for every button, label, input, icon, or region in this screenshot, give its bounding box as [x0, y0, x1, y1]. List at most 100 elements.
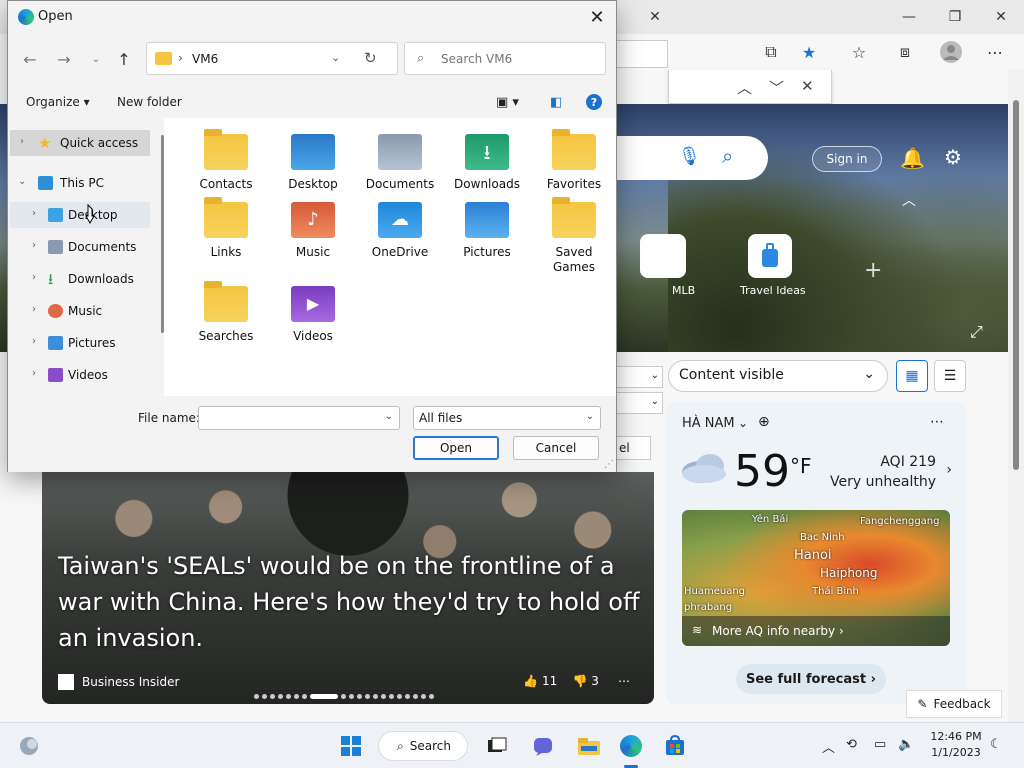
recent-locations-chevron-icon[interactable]: ⌄ [84, 47, 108, 71]
nav-item-documents[interactable]: › Documents [10, 234, 150, 260]
expand-icon[interactable]: ⤢ [970, 322, 983, 342]
chevron-right-icon[interactable]: › [32, 336, 36, 347]
network-sync-icon[interactable]: ⟲ [846, 737, 857, 752]
news-more-icon[interactable]: ⋯ [618, 674, 630, 688]
weather-more-icon[interactable]: ⋯ [930, 414, 944, 430]
behind-cancel-button[interactable]: el [617, 436, 651, 460]
like-icon[interactable]: 👍 [523, 674, 538, 688]
task-view-icon[interactable] [484, 733, 510, 759]
taskbar-search-button[interactable]: ⌕ Search [378, 731, 468, 761]
file-name-combobox[interactable]: ⌄ [198, 406, 400, 430]
settings-gear-icon[interactable]: ⚙ [944, 145, 962, 169]
search-box[interactable]: ⌕ [404, 42, 606, 75]
sign-in-button[interactable]: Sign in [812, 146, 882, 172]
notification-center-icon[interactable]: ☾ [990, 737, 1002, 752]
tile-travel-ideas[interactable] [748, 234, 792, 278]
scrollbar-thumb[interactable] [1013, 100, 1019, 470]
folder-item-contacts[interactable]: Contacts [184, 129, 268, 192]
restore-button[interactable]: ❐ [932, 4, 978, 30]
store-icon[interactable] [662, 733, 688, 759]
behind-select-1[interactable]: ⌄ [617, 366, 663, 388]
nav-item-videos[interactable]: › Videos [10, 362, 150, 388]
new-folder-button[interactable]: New folder [117, 95, 182, 109]
list-view-button[interactable]: ☰ [934, 360, 966, 392]
address-bar[interactable]: › VM6 ⌄ ↻ [146, 42, 398, 75]
folder-item-downloads[interactable]: ⭳ Downloads [445, 134, 529, 192]
find-next-icon[interactable]: ﹀ [769, 77, 784, 98]
nav-item-desktop[interactable]: › Desktop [10, 202, 150, 228]
chevron-right-icon[interactable]: › [32, 304, 36, 315]
nav-item-quick-access[interactable]: › ★ Quick access [10, 130, 150, 156]
up-arrow-icon[interactable]: ↑ [112, 47, 136, 71]
microphone-icon[interactable]: 🎙 [678, 146, 701, 167]
weather-location[interactable]: HÀ NAM [682, 416, 735, 431]
widgets-icon[interactable] [16, 733, 42, 759]
dislike-icon[interactable]: 👎 [573, 674, 588, 688]
file-name-dropdown-icon[interactable]: ⌄ [385, 411, 393, 422]
nav-item-downloads[interactable]: › ⭳ Downloads [10, 266, 150, 292]
dialog-close-button[interactable]: ✕ [584, 4, 610, 30]
news-card[interactable]: Taiwan's 'SEALs' would be on the frontli… [42, 472, 654, 704]
chevron-right-icon[interactable]: › [32, 272, 36, 283]
behind-select-2[interactable]: ⌄ [617, 392, 663, 414]
folder-item-onedrive[interactable]: ☁ OneDrive [358, 202, 442, 260]
minimize-button[interactable]: — [886, 4, 932, 30]
open-button[interactable]: Open [413, 436, 499, 460]
show-hidden-icons-chevron-icon[interactable]: ︿ [822, 737, 835, 756]
more-aq-link[interactable]: ≋ More AQ info nearby › [682, 616, 950, 646]
folder-item-searches[interactable]: Searches [184, 281, 268, 344]
collapse-chevron-icon[interactable]: ︿ [902, 190, 916, 210]
favorites-icon[interactable]: ☆ [846, 40, 872, 64]
folder-item-pictures[interactable]: Pictures [445, 202, 529, 260]
nav-item-music[interactable]: › Music [10, 298, 150, 324]
nav-item-pictures[interactable]: › Pictures [10, 330, 150, 356]
refresh-icon[interactable]: ↻ [364, 49, 377, 67]
carousel-dots[interactable] [254, 694, 434, 699]
preview-pane-icon[interactable]: ◧ [550, 95, 562, 110]
notifications-bell-icon[interactable]: 🔔 [900, 146, 925, 170]
chevron-down-icon[interactable]: ⌄ [18, 176, 26, 187]
organize-button[interactable]: Organize ▾ [26, 95, 90, 109]
location-chevron-icon[interactable]: ⌄ [738, 416, 748, 430]
folder-item-music[interactable]: ♪ Music [271, 202, 355, 260]
tab-close-icon[interactable]: ✕ [632, 4, 678, 30]
folder-item-favorites[interactable]: Favorites [532, 129, 616, 192]
resize-grip-icon[interactable]: ⋰ [604, 459, 614, 470]
find-previous-icon[interactable]: ︿ [737, 77, 752, 98]
chevron-right-icon[interactable]: › [32, 368, 36, 379]
aqi-info[interactable]: AQI 219 Very unhealthy [830, 452, 936, 492]
see-full-forecast-button[interactable]: See full forecast › [736, 664, 886, 694]
folder-item-saved-games[interactable]: Saved Games [532, 197, 616, 275]
help-icon[interactable]: ? [586, 94, 602, 110]
search-input[interactable] [441, 49, 591, 69]
edge-taskbar-icon[interactable] [618, 733, 644, 759]
volume-icon[interactable]: 🔈 [898, 737, 914, 752]
address-bar-edge[interactable] [616, 40, 668, 68]
location-pin-icon[interactable]: ⊕ [758, 414, 770, 430]
nav-item-this-pc[interactable]: ⌄ This PC [10, 170, 150, 196]
tile-mlb[interactable] [640, 234, 686, 278]
feedback-button[interactable]: ✎ Feedback [906, 690, 1002, 718]
aqi-chevron-icon[interactable]: › [946, 462, 952, 478]
folder-item-desktop[interactable]: Desktop [271, 134, 355, 192]
page-scrollbar[interactable] [1008, 70, 1024, 722]
app-available-icon[interactable]: ⧉ [758, 40, 784, 64]
find-close-icon[interactable]: ✕ [801, 77, 814, 95]
forward-arrow-icon[interactable]: → [52, 47, 76, 71]
grid-view-button[interactable]: ▦ [896, 360, 928, 392]
start-button[interactable] [338, 733, 364, 759]
news-title[interactable]: Taiwan's 'SEALs' would be on the frontli… [58, 548, 648, 656]
content-visible-dropdown[interactable]: Content visible ⌄ [668, 360, 888, 392]
chevron-right-icon[interactable]: › [32, 208, 36, 219]
address-path[interactable]: VM6 [192, 52, 218, 66]
chat-icon[interactable] [530, 733, 556, 759]
chevron-right-icon[interactable]: › [32, 240, 36, 251]
file-explorer-icon[interactable] [576, 733, 602, 759]
folder-item-videos[interactable]: ▶ Videos [271, 286, 355, 344]
folder-item-documents[interactable]: Documents [358, 134, 442, 192]
close-window-button[interactable]: ✕ [978, 4, 1024, 30]
chevron-right-icon[interactable]: › [20, 136, 24, 147]
aqi-map[interactable]: Yên Bái Bac Ninh Hanoi Fangchenggang Hai… [682, 510, 950, 646]
system-clock[interactable]: 12:46 PM 1/1/2023 [928, 729, 984, 761]
collections-icon[interactable]: ⧈ [892, 40, 918, 64]
